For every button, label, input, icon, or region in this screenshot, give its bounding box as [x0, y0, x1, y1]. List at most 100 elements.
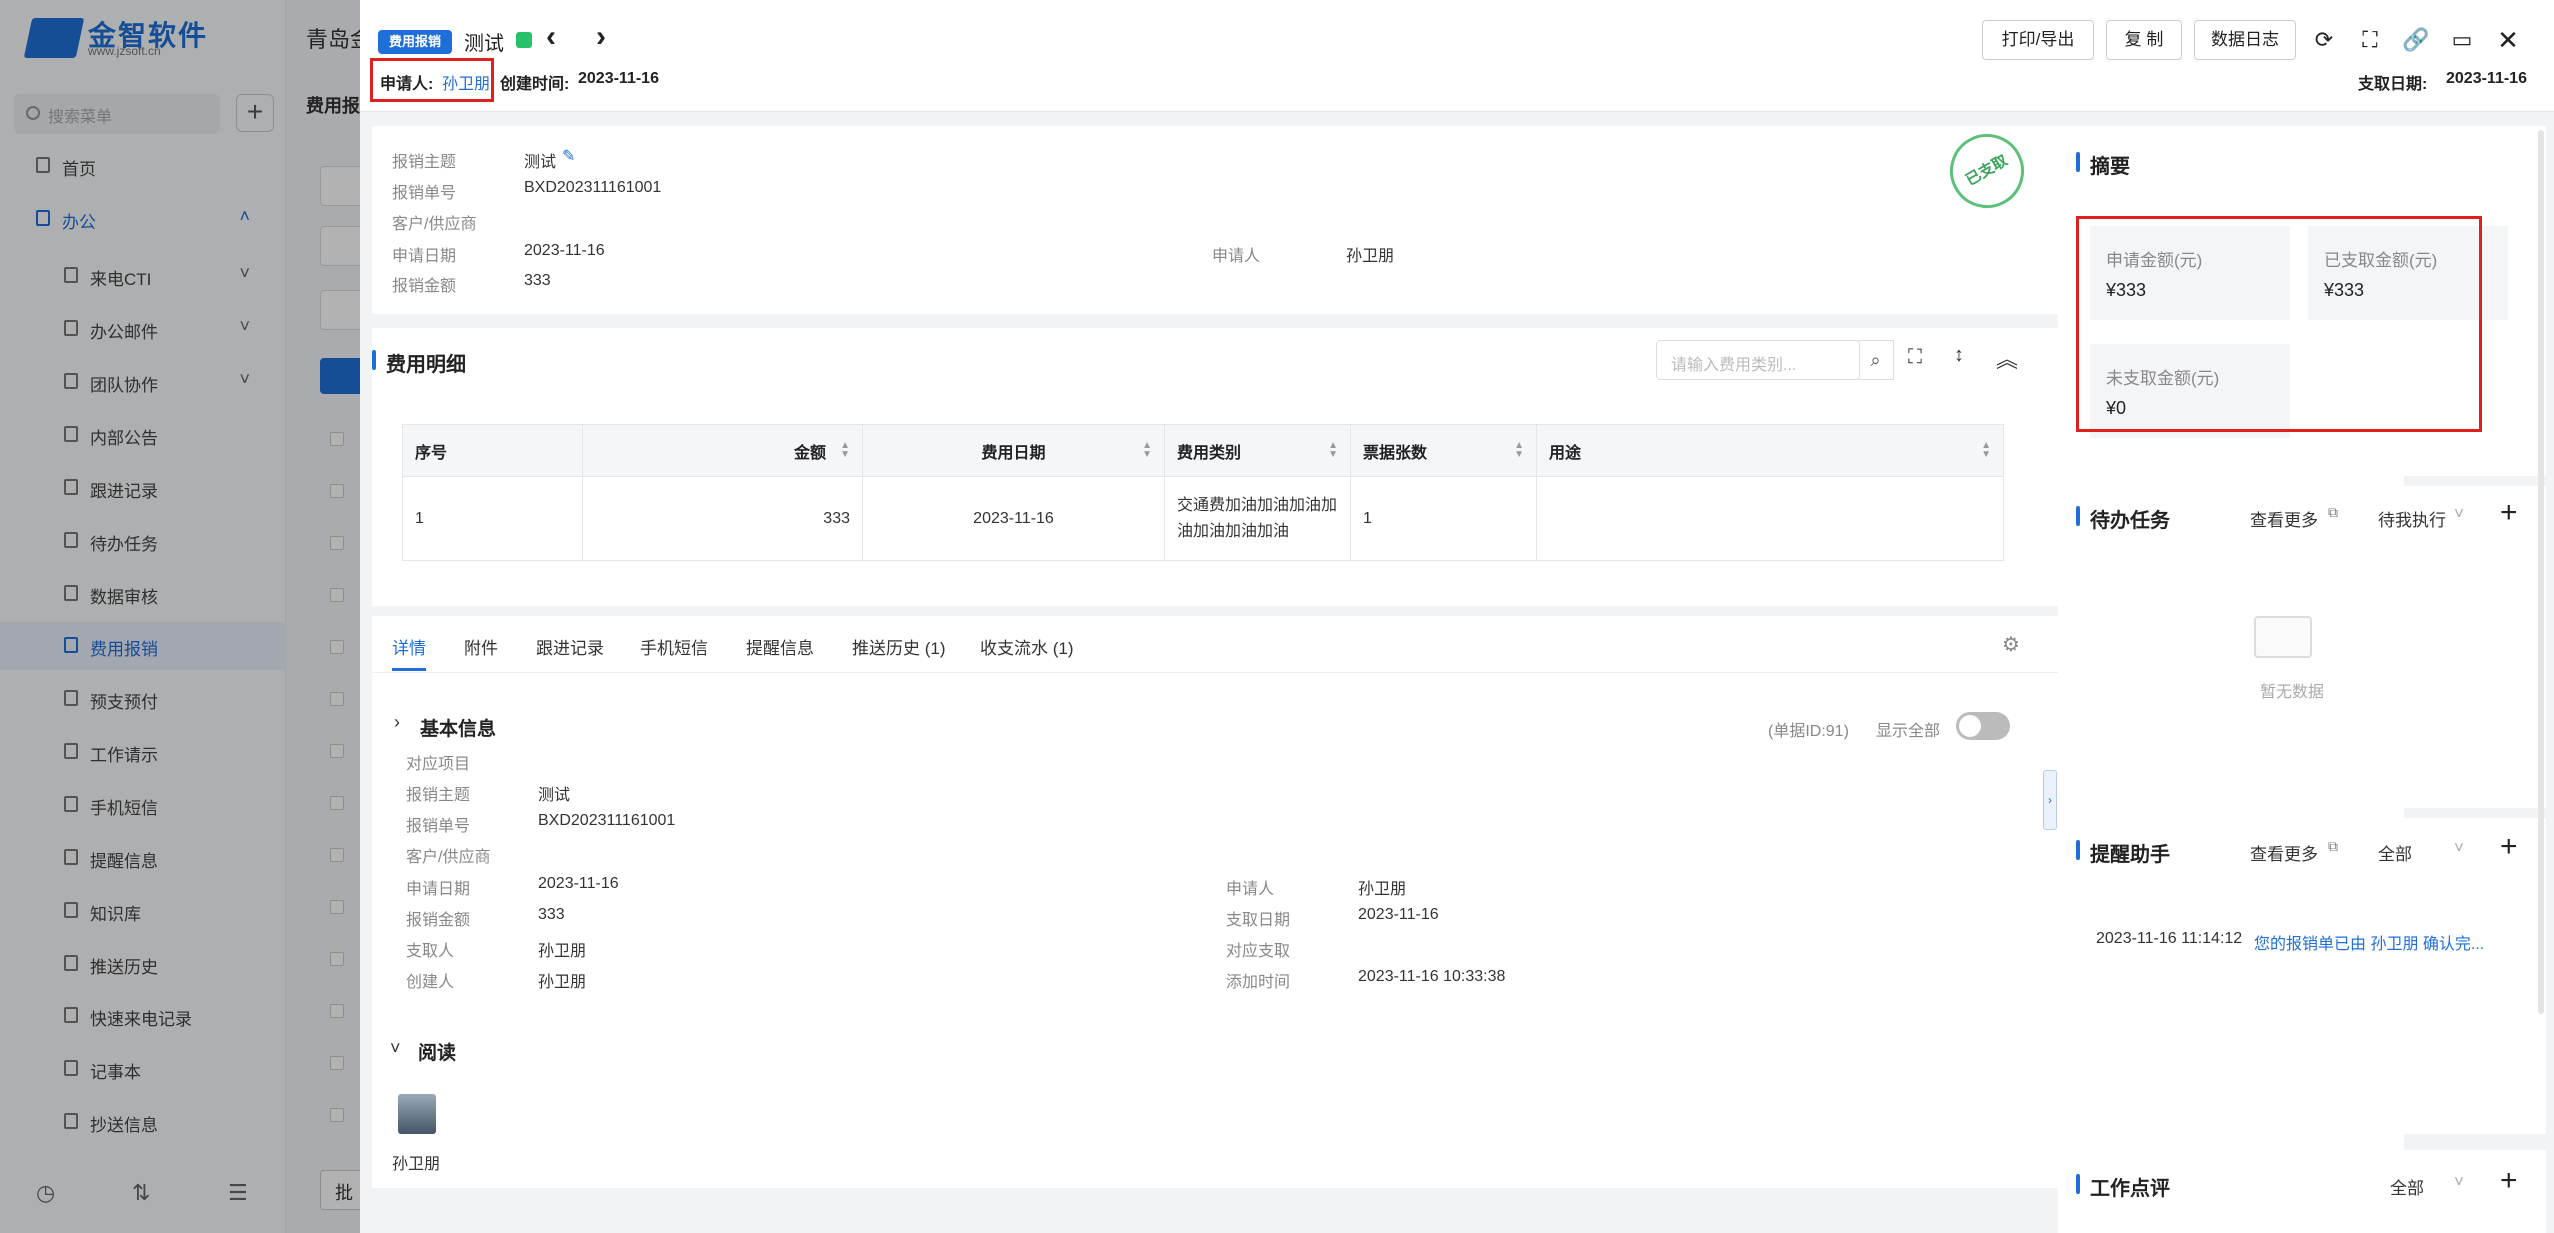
sort-icon[interactable]: ▲ ▼	[840, 441, 850, 460]
fullscreen-icon[interactable]: ⛶	[2356, 26, 2384, 54]
tab-followup[interactable]: 跟进记录	[536, 634, 604, 659]
field-label: 报销金额	[392, 278, 457, 295]
edit-title-icon[interactable]: ✎	[562, 146, 575, 166]
resize-icon[interactable]: ↕	[1954, 344, 1964, 367]
column-header[interactable]: 金额 ▲ ▼	[582, 424, 863, 477]
expand-icon[interactable]: ⛶	[1908, 346, 1922, 369]
section-marker	[2076, 152, 2080, 172]
add-reminder-button[interactable]: +	[2500, 830, 2518, 864]
field-label: 报销单号	[392, 185, 457, 202]
show-all-toggle[interactable]	[1956, 712, 2010, 740]
field-value: 2023-11-16	[524, 242, 605, 259]
field-label: 报销主题	[392, 154, 457, 171]
chevron-down-icon[interactable]: ˅	[2454, 504, 2464, 524]
tab-details[interactable]: 详情	[392, 634, 426, 659]
panel-toggle-handle[interactable]: ›	[2043, 770, 2057, 830]
table-cell: 1	[1350, 476, 1537, 561]
sort-icon[interactable]: ▲ ▼	[1328, 441, 1338, 460]
review-title: 工作点评	[2090, 1178, 2170, 1200]
copy-button[interactable]: 复 制	[2106, 20, 2182, 60]
add-review-button[interactable]: +	[2500, 1164, 2518, 1198]
doc-id: (单据ID:91)	[1768, 723, 1849, 740]
prev-record-button[interactable]: ‹	[546, 20, 556, 54]
field-value: 333	[538, 906, 565, 923]
reminder-more-link[interactable]: 查看更多	[2250, 840, 2318, 865]
field-label: 报销金额	[406, 912, 471, 929]
panel-scrollbar[interactable]	[2538, 130, 2544, 1014]
add-todo-button[interactable]: +	[2500, 496, 2518, 530]
refresh-icon[interactable]: ⟳	[2310, 26, 2338, 54]
field-label: 报销主题	[406, 787, 471, 804]
column-header[interactable]: 费用日期 ▲ ▼	[862, 424, 1165, 477]
field-value: 孙卫朋	[538, 974, 587, 991]
field-value: 333	[524, 272, 551, 289]
tab-reminders[interactable]: 提醒信息	[746, 634, 814, 659]
drawer-header: 费用报销 测试 ‹ › 申请人: 孙卫朋 创建时间: 2023-11-16 支取…	[360, 0, 2554, 112]
field-label: 对应支取	[1226, 943, 1291, 960]
next-record-button[interactable]: ›	[596, 20, 606, 54]
column-header[interactable]: 票据张数 ▲ ▼	[1350, 424, 1537, 477]
read-section-title[interactable]: 阅读	[418, 1038, 456, 1065]
summary-title: 摘要	[2090, 156, 2130, 178]
basic-info-title[interactable]: 基本信息	[420, 714, 496, 741]
column-header[interactable]: 序号	[402, 424, 583, 477]
tab-sms[interactable]: 手机短信	[640, 634, 708, 659]
field-value: 孙卫朋	[1358, 881, 1407, 898]
sort-icon[interactable]: ▲ ▼	[1142, 441, 1152, 460]
table-cell: 333	[582, 476, 863, 561]
empty-inbox-icon	[2254, 616, 2312, 658]
paid-date-label: 支取日期:	[2358, 76, 2428, 93]
field-label: 申请日期	[406, 881, 471, 898]
field-label: 申请日期	[392, 248, 457, 265]
chevron-down-icon[interactable]: ˅	[2454, 1172, 2464, 1192]
column-header[interactable]: 用途 ▲ ▼	[1536, 424, 2004, 477]
field-label: 创建人	[406, 974, 455, 991]
highlight-box-applicant	[370, 58, 494, 102]
settings-gear-icon[interactable]: ⚙	[2002, 632, 2020, 657]
tab-push-history[interactable]: 推送历史 (1)	[852, 634, 946, 659]
column-header-label: 用途	[1549, 444, 1582, 462]
data-log-button[interactable]: 数据日志	[2194, 20, 2296, 60]
highlight-box-summary	[2076, 216, 2482, 432]
chevron-right-icon[interactable]: ›	[394, 712, 400, 733]
modal-overlay[interactable]	[0, 0, 360, 1233]
link-icon[interactable]: 🔗	[2402, 26, 2430, 54]
expense-detail-table: 序号 金额 ▲ ▼ 费用日期 ▲ ▼ 费用类别 ▲ ▼ 票据张数 ▲ ▼ 用途 ▲ ▼ 1 333 …	[402, 424, 2004, 561]
print-export-button[interactable]: 打印/导出	[1982, 20, 2094, 60]
section-marker	[2076, 840, 2080, 860]
detail-search-input[interactable]: 请输入费用类别...	[1656, 340, 1860, 380]
table-row[interactable]: 1 333 2023-11-16 交通费加油加油加油加油加油加油加油 1	[402, 476, 2004, 561]
reminder-filter-select[interactable]: 全部	[2378, 840, 2412, 865]
paid-date-value: 2023-11-16	[2446, 70, 2527, 87]
tab-attachments[interactable]: 附件	[464, 634, 498, 659]
tab-cashflow[interactable]: 收支流水 (1)	[980, 634, 1074, 659]
field-value: 孙卫朋	[1346, 248, 1395, 265]
chevron-down-icon[interactable]: ˅	[2454, 838, 2464, 858]
todo-more-link[interactable]: 查看更多	[2250, 506, 2318, 531]
field-label: 申请人	[1212, 248, 1261, 265]
column-header-label: 费用类别	[1177, 444, 1242, 462]
table-cell	[1536, 476, 2004, 561]
column-header-label: 金额	[793, 444, 826, 462]
empty-text: 暂无数据	[2260, 684, 2325, 701]
status-icon	[516, 32, 532, 48]
close-icon[interactable]: ✕	[2494, 26, 2522, 54]
review-filter-select[interactable]: 全部	[2390, 1174, 2424, 1199]
dock-icon[interactable]: ▭	[2448, 26, 2476, 54]
toggle-knob	[1959, 715, 1981, 737]
column-header-label: 票据张数	[1363, 444, 1428, 462]
collapse-up-icon[interactable]: ︽	[1996, 342, 2018, 374]
todo-filter-select[interactable]: 待我执行	[2378, 506, 2446, 531]
section-marker	[372, 350, 376, 370]
sort-icon[interactable]: ▲ ▼	[1514, 441, 1524, 460]
reminder-message-link[interactable]: 您的报销单已由 孙卫朋 确认完...	[2254, 930, 2496, 954]
open-window-icon[interactable]: ⧉	[2328, 838, 2338, 855]
search-icon[interactable]: ⌕	[1858, 340, 1894, 380]
record-type-tag: 费用报销	[378, 30, 452, 54]
sort-icon[interactable]: ▲ ▼	[1981, 441, 1991, 460]
field-value: BXD202311161001	[538, 812, 676, 829]
column-header[interactable]: 费用类别 ▲ ▼	[1164, 424, 1351, 477]
open-window-icon[interactable]: ⧉	[2328, 504, 2338, 521]
field-value: 孙卫朋	[538, 943, 587, 960]
chevron-down-icon[interactable]: ˅	[390, 1038, 401, 1059]
